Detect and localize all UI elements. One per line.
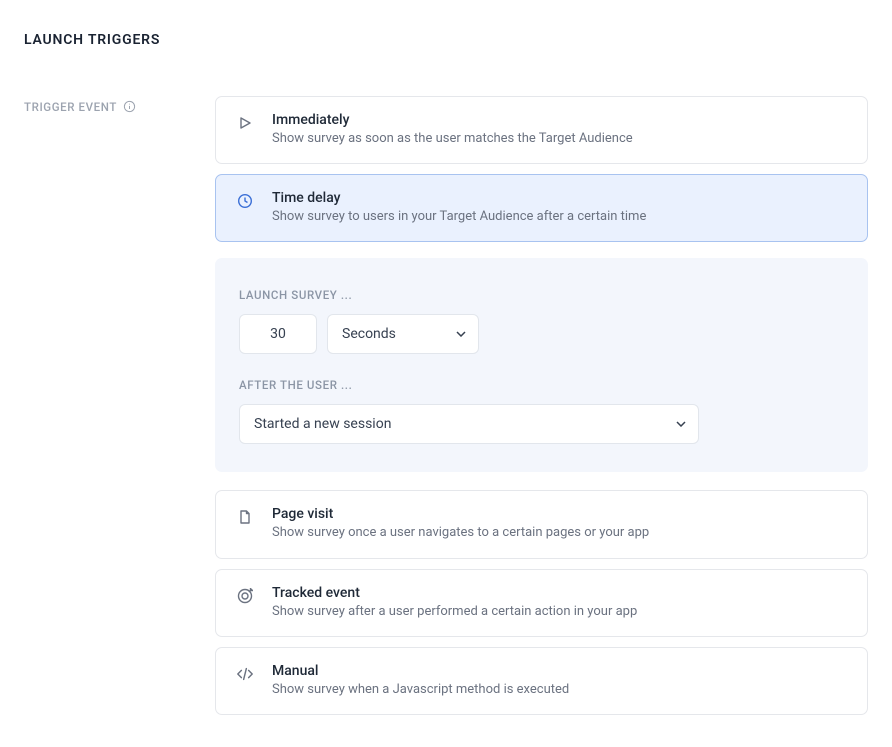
option-immediately[interactable]: Immediately Show survey as soon as the u… [215,96,868,164]
option-tracked-event[interactable]: Tracked event Show survey after a user p… [215,569,868,637]
option-desc: Show survey when a Javascript method is … [272,681,569,699]
option-title: Tracked event [272,585,637,601]
option-title: Immediately [272,112,633,128]
page-icon [236,508,254,526]
section-title: LAUNCH TRIGGERS [24,32,868,48]
option-desc: Show survey after a user performed a cer… [272,603,637,621]
trigger-event-label: TRIGGER EVENT [24,100,117,114]
target-icon [236,587,254,605]
option-desc: Show survey to users in your Target Audi… [272,208,646,226]
after-user-label: AFTER THE USER ... [239,378,844,392]
option-desc: Show survey once a user navigates to a c… [272,524,649,542]
after-user-select[interactable]: Started a new session [239,404,699,444]
option-title: Page visit [272,506,649,522]
clock-icon [236,192,254,210]
option-page-visit[interactable]: Page visit Show survey once a user navig… [215,490,868,558]
launch-survey-label: LAUNCH SURVEY ... [239,288,844,302]
play-icon [236,114,254,132]
time-delay-config: LAUNCH SURVEY ... Seconds AFTER THE USER… [215,258,868,472]
field-label-row: TRIGGER EVENT [24,96,179,715]
option-manual[interactable]: Manual Show survey when a Javascript met… [215,647,868,715]
code-icon [236,665,254,683]
option-title: Time delay [272,190,646,206]
delay-value-input[interactable] [239,314,317,354]
time-unit-select[interactable]: Seconds [327,314,479,354]
option-time-delay[interactable]: Time delay Show survey to users in your … [215,174,868,242]
option-title: Manual [272,663,569,679]
info-icon[interactable] [123,98,136,111]
option-desc: Show survey as soon as the user matches … [272,130,633,148]
